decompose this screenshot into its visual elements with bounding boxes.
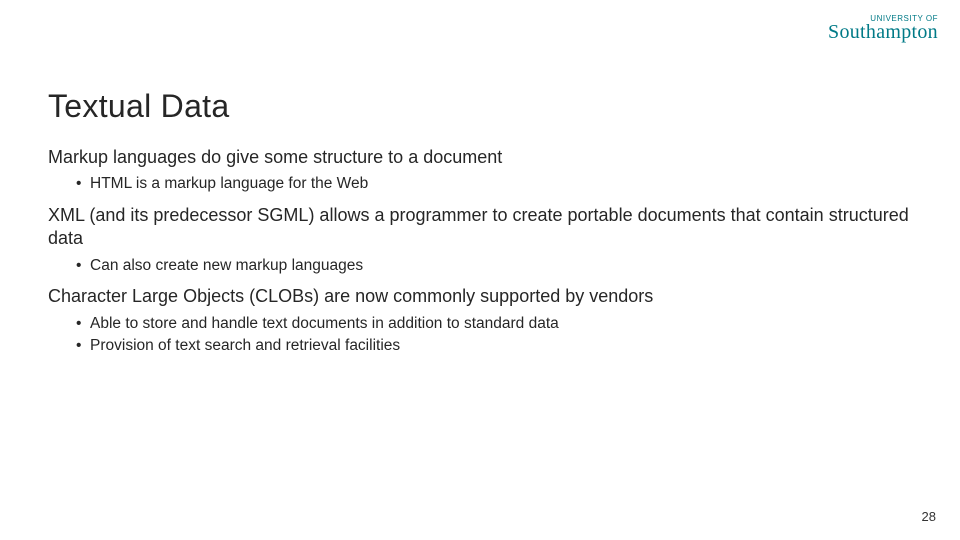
- paragraph-3: Character Large Objects (CLOBs) are now …: [48, 285, 912, 308]
- list-item: Can also create new markup languages: [76, 255, 912, 277]
- paragraph-2: XML (and its predecessor SGML) allows a …: [48, 204, 912, 251]
- slide: UNIVERSITY OF Southampton Textual Data M…: [0, 0, 960, 540]
- logo-university-name: Southampton: [828, 21, 938, 44]
- paragraph-1-sublist: HTML is a markup language for the Web: [76, 173, 912, 195]
- slide-title: Textual Data: [48, 88, 229, 125]
- paragraph-2-sublist: Can also create new markup languages: [76, 255, 912, 277]
- list-item: Able to store and handle text documents …: [76, 313, 912, 335]
- list-item: HTML is a markup language for the Web: [76, 173, 912, 195]
- university-logo: UNIVERSITY OF Southampton: [828, 14, 938, 44]
- page-number: 28: [922, 509, 936, 524]
- paragraph-1: Markup languages do give some structure …: [48, 146, 912, 169]
- slide-content: Markup languages do give some structure …: [48, 140, 912, 365]
- list-item: Provision of text search and retrieval f…: [76, 335, 912, 357]
- paragraph-3-sublist: Able to store and handle text documents …: [76, 313, 912, 358]
